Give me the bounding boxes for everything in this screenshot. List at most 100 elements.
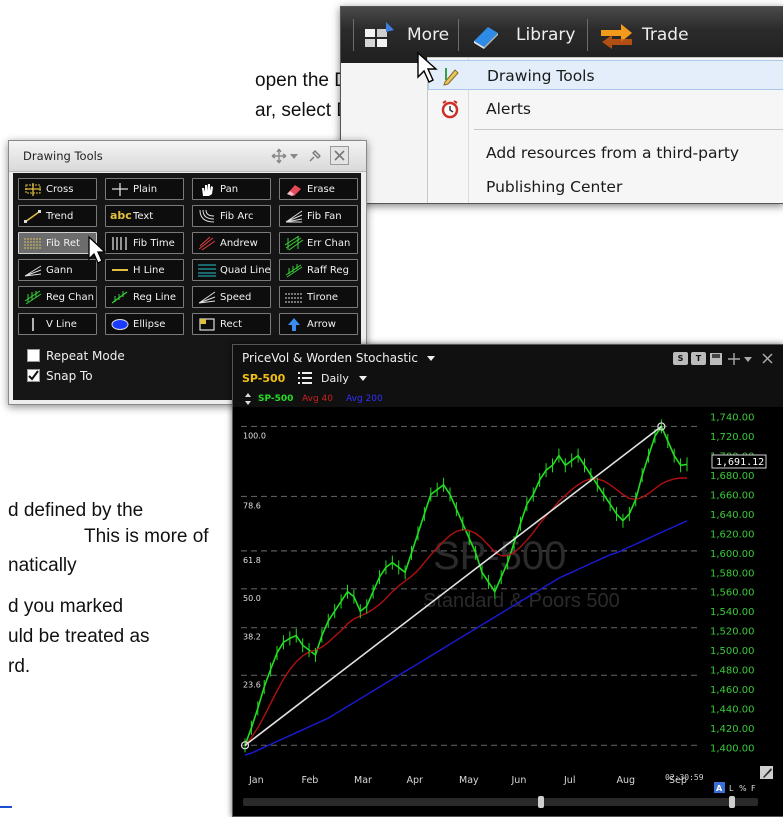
tool-v-line-button[interactable]: V Line [18, 313, 97, 335]
tool-label: Plain [133, 184, 158, 195]
tool-label: Rect [220, 319, 243, 330]
toolbar-separator [353, 19, 354, 51]
tool-tirone-button[interactable]: Tirone [279, 286, 358, 308]
more-menu-label: More [407, 25, 450, 45]
tool-reg-chan-button[interactable]: Reg Chan [18, 286, 97, 308]
tool-label: Fib Ret [46, 238, 80, 249]
fib-time-icon [110, 236, 130, 251]
grid-icon [365, 22, 394, 47]
tool-reg-line-button[interactable]: Reg Line [105, 286, 184, 308]
y-tick-label: 1,420.00 [710, 724, 755, 735]
y-tick-label: 1,560.00 [710, 588, 755, 599]
close-icon [334, 150, 345, 161]
tool-pan-button[interactable]: Pan [192, 178, 271, 200]
tool-raff-reg-button[interactable]: Raff Reg [279, 259, 358, 281]
fib-trend-line [244, 425, 662, 746]
tool-label: Ellipse [133, 319, 166, 330]
move-icon[interactable] [271, 148, 287, 164]
menu-item-add-resources[interactable]: Add resources from a third-party [428, 138, 783, 168]
tool-text-button[interactable]: abc Text [105, 205, 184, 227]
tool-label: Erase [307, 184, 335, 195]
text-icon: abc [110, 209, 132, 224]
tool-h-line-button[interactable]: H Line [105, 259, 184, 281]
alarm-clock-icon [441, 100, 459, 119]
trade-arrows-icon [601, 24, 632, 49]
series-layer [240, 419, 688, 756]
close-button[interactable] [330, 146, 349, 165]
fib-level-label: 50.0 [243, 594, 261, 603]
tool-fib-time-button[interactable]: Fib Time [105, 232, 184, 254]
tool-gann-button[interactable]: Gann [18, 259, 97, 281]
tool-arrow-button[interactable]: Arrow [279, 313, 358, 335]
drawing-tools-titlebar[interactable]: Drawing Tools [9, 141, 366, 172]
menu-item-label: Add resources from a third-party [486, 144, 740, 162]
y-tick-label: 1,480.00 [710, 666, 755, 677]
fib-retracement-icon [23, 236, 43, 251]
tool-fib-fan-button[interactable]: Fib Fan [279, 205, 358, 227]
tool-trend-button[interactable]: Trend [18, 205, 97, 227]
chart-canvas[interactable]: 100.078.661.850.038.223.6 SP-500 Standar… [233, 345, 783, 816]
menu-item-alerts[interactable]: Alerts [428, 94, 783, 124]
hand-icon [197, 182, 217, 197]
x-tick-label: May [459, 775, 479, 786]
toggle-f[interactable]: F [751, 784, 756, 793]
time-scrollbar[interactable] [243, 798, 758, 806]
toggle-percent[interactable]: % [739, 784, 747, 793]
x-tick-label: Jun [511, 775, 527, 786]
tool-label: Gann [46, 265, 73, 276]
tool-err-chan-button[interactable]: Err Chan [279, 232, 358, 254]
tool-andrew-button[interactable]: Andrew [192, 232, 271, 254]
article-text-line: rd. [8, 656, 31, 677]
tool-ellipse-button[interactable]: Ellipse [105, 313, 184, 335]
mouse-cursor-icon [88, 235, 107, 264]
fib-arc-icon [197, 209, 217, 224]
book-icon [474, 27, 498, 49]
tool-speed-button[interactable]: Speed [192, 286, 271, 308]
andrews-pitchfork-icon [197, 236, 217, 251]
x-tick-label: Mar [354, 775, 372, 786]
pencil-tool-button[interactable] [760, 766, 773, 779]
option-label: Repeat Mode [46, 349, 125, 363]
tool-label: Raff Reg [307, 265, 349, 276]
speed-lines-icon [197, 290, 217, 305]
y-tick-label: 1,600.00 [710, 549, 755, 560]
x-tick-label: Jan [248, 775, 264, 786]
article-text-line: uld be treated as [8, 626, 150, 647]
y-tick-label: 1,400.00 [710, 743, 755, 754]
x-tick-label: Feb [302, 775, 319, 786]
tool-quad-line-button[interactable]: Quad Line [192, 259, 271, 281]
tool-erase-button[interactable]: Erase [279, 178, 358, 200]
tool-rect-button[interactable]: Rect [192, 313, 271, 335]
dropdown-arrow-icon[interactable] [290, 154, 298, 160]
link-underline [0, 806, 12, 808]
text-icon-label: abc [110, 209, 132, 222]
y-tick-label: 1,620.00 [710, 529, 755, 540]
price-readout-text: 1,691.12 [716, 457, 764, 468]
tool-label: Err Chan [307, 238, 351, 249]
tool-fib-arc-button[interactable]: Fib Arc [192, 205, 271, 227]
pin-icon[interactable] [308, 149, 322, 163]
menu-item-publishing-center[interactable]: Publishing Center [428, 172, 783, 202]
tool-label: V Line [46, 319, 77, 330]
y-tick-label: 1,520.00 [710, 627, 755, 638]
scroll-handle-left[interactable] [538, 796, 544, 808]
x-tick-label: Aug [617, 775, 636, 786]
toggle-a[interactable]: A [716, 784, 723, 793]
tool-cross-button[interactable]: Cross [18, 178, 97, 200]
series-line-sp-500 [244, 424, 688, 746]
toggle-l[interactable]: L [729, 784, 734, 793]
eraser-icon [284, 182, 304, 197]
tool-plain-button[interactable]: Plain [105, 178, 184, 200]
tool-fib-ret-button[interactable]: Fib Ret [18, 232, 97, 254]
rectangle-icon [197, 317, 217, 332]
tirone-levels-icon [284, 290, 304, 305]
fib-level-label: 100.0 [243, 431, 266, 440]
arrow-icon [284, 317, 304, 332]
trade-menu-label: Trade [642, 25, 689, 45]
y-tick-label: 1,540.00 [710, 607, 755, 618]
error-channel-icon [284, 235, 304, 251]
tool-label: Fib Arc [220, 211, 254, 222]
menu-item-drawing-tools[interactable]: Drawing Tools [428, 60, 783, 90]
main-toolbar: More Library Trade [341, 7, 783, 63]
scroll-handle-right[interactable] [729, 796, 735, 808]
